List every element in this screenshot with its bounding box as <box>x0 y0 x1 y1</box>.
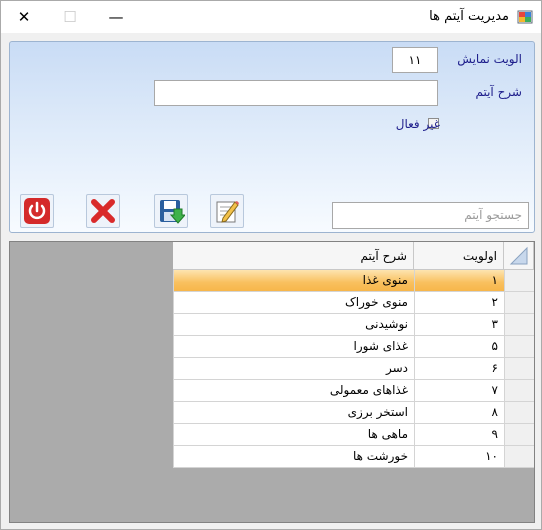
column-header-description[interactable]: شرح آیتم <box>173 242 414 270</box>
row-header[interactable] <box>504 402 534 424</box>
delete-button[interactable] <box>86 194 120 228</box>
column-header-priority[interactable]: اولویت <box>414 242 504 270</box>
edit-icon <box>216 201 239 223</box>
row-header[interactable] <box>504 446 534 468</box>
delete-icon <box>91 199 115 223</box>
items-grid: اولویت شرح آیتم ۱ منوی غذا ۲ منوی خوراک ۳ نوش… <box>9 241 535 523</box>
close-icon: ✕ <box>17 8 31 26</box>
row-header[interactable] <box>504 424 534 446</box>
priority-cell[interactable]: ۸ <box>414 402 504 424</box>
description-input[interactable] <box>154 80 438 106</box>
inactive-label: غیر فعال <box>395 117 440 131</box>
window-title: مدیریت آیتم ها <box>429 9 509 24</box>
minimize-icon: — <box>108 8 124 26</box>
priority-cell[interactable]: ۶ <box>414 358 504 380</box>
priority-label: الویت نمایش <box>457 52 522 66</box>
row-header[interactable] <box>504 380 534 402</box>
priority-cell[interactable]: ۳ <box>414 314 504 336</box>
description-cell[interactable]: غذای شورا <box>173 336 414 358</box>
description-label: شرح آیتم <box>475 85 522 99</box>
search-input[interactable]: جستجو آیتم <box>332 202 529 229</box>
items-management-window: مدیریت آیتم ها — ☐ ✕ الویت نمایش ۱۱ شرح … <box>0 0 542 530</box>
maximize-icon: ☐ <box>63 8 77 26</box>
priority-cell[interactable]: ۱۰ <box>414 446 504 468</box>
power-icon <box>24 198 50 224</box>
edit-button[interactable] <box>210 194 244 228</box>
priority-cell[interactable]: ۵ <box>414 336 504 358</box>
title-bar[interactable]: مدیریت آیتم ها — ☐ ✕ <box>1 1 541 33</box>
row-header[interactable] <box>504 358 534 380</box>
description-cell[interactable]: ماهی ها <box>173 424 414 446</box>
priority-cell[interactable]: ۷ <box>414 380 504 402</box>
app-icon <box>517 9 533 25</box>
row-header[interactable] <box>504 292 534 314</box>
close-button[interactable]: ✕ <box>1 1 47 33</box>
description-cell[interactable]: خورشت ها <box>173 446 414 468</box>
exit-button[interactable] <box>20 194 54 228</box>
select-all-corner[interactable] <box>504 242 534 270</box>
save-button[interactable] <box>154 194 188 228</box>
priority-cell[interactable]: ۱ <box>414 270 504 292</box>
description-cell[interactable]: دسر <box>173 358 414 380</box>
description-cell[interactable]: منوی خوراک <box>173 292 414 314</box>
minimize-button[interactable]: — <box>93 1 139 33</box>
save-icon <box>160 200 185 224</box>
priority-cell[interactable]: ۹ <box>414 424 504 446</box>
row-header[interactable] <box>504 270 534 292</box>
corner-triangle-icon <box>509 246 528 265</box>
description-cell[interactable]: غذاهای معمولی <box>173 380 414 402</box>
row-header[interactable] <box>504 314 534 336</box>
description-cell[interactable]: منوی غذا <box>173 270 414 292</box>
description-cell[interactable]: نوشیدنی <box>173 314 414 336</box>
priority-cell[interactable]: ۲ <box>414 292 504 314</box>
maximize-button[interactable]: ☐ <box>47 1 93 33</box>
description-cell[interactable]: استخر برزی <box>173 402 414 424</box>
row-header[interactable] <box>504 336 534 358</box>
item-form-panel: الویت نمایش ۱۱ شرح آیتم غیر فعال جستجو آ… <box>9 41 535 233</box>
priority-input[interactable]: ۱۱ <box>392 47 438 73</box>
